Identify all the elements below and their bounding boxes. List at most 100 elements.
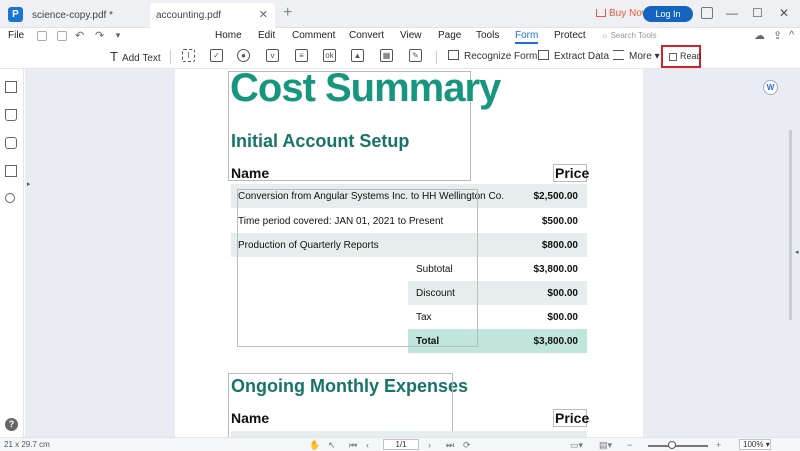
date-field-icon[interactable]: ▦	[380, 49, 393, 62]
menu-bar: File ↶ ↷ ▼ Home Edit Comment Convert Vie…	[0, 28, 800, 45]
close-window-icon[interactable]: ✕	[779, 6, 789, 20]
lightbulb-icon: ☼	[601, 31, 611, 40]
rotate-icon[interactable]: ⟳	[463, 440, 471, 451]
read-label: Read	[680, 51, 702, 61]
row-amount: $800.00	[541, 240, 578, 251]
image-field-icon[interactable]: ▲	[351, 49, 364, 62]
column-header-price: Price	[555, 410, 590, 426]
tab-label: accounting.pdf	[156, 10, 222, 21]
column-header-name: Name	[231, 165, 270, 181]
combo-box-icon[interactable]: v	[266, 49, 279, 62]
read-mode-toggle[interactable]: Read	[661, 45, 702, 68]
radio-button-icon[interactable]: ●	[237, 49, 250, 62]
tab-accounting[interactable]: accounting.pdf ✕	[150, 3, 275, 28]
toolbar-divider	[170, 50, 171, 64]
menu-protect[interactable]: Protect	[554, 30, 586, 41]
tab-bar: P science-copy.pdf * accounting.pdf ✕ + …	[0, 0, 800, 28]
help-icon[interactable]: ?	[5, 418, 18, 431]
share-icon[interactable]: ⇪	[773, 29, 782, 42]
tab-science-copy[interactable]: science-copy.pdf *	[26, 3, 149, 28]
redo-icon[interactable]: ↷	[95, 29, 104, 42]
document-title: Cost Summary	[230, 66, 501, 110]
toolbar-divider	[436, 50, 437, 64]
zoom-out-icon[interactable]: −	[627, 440, 632, 450]
menu-view[interactable]: View	[400, 30, 422, 41]
extract-data-icon	[538, 50, 549, 60]
cart-icon	[596, 9, 606, 17]
zoom-slider-handle[interactable]	[668, 441, 676, 449]
thumbnails-icon[interactable]	[5, 81, 17, 93]
summary-amount: $3,800.00	[533, 336, 579, 347]
search-icon[interactable]	[5, 193, 15, 203]
page-size-label: 21 x 29.7 cm	[4, 440, 50, 449]
page-number-input[interactable]: 1/1	[383, 439, 419, 450]
more-button[interactable]: More ▾	[613, 50, 660, 62]
summary-amount: $00.00	[547, 312, 578, 323]
last-page-icon[interactable]: ⏭	[446, 440, 454, 451]
summary-amount: $3,800.00	[533, 264, 579, 275]
next-page-icon[interactable]: ›	[428, 440, 431, 450]
button-field-icon[interactable]: ok	[323, 49, 336, 62]
minimize-icon[interactable]: —	[726, 6, 738, 20]
menu-convert[interactable]: Convert	[349, 30, 384, 41]
read-checkbox[interactable]	[669, 53, 677, 61]
recognize-form-icon	[448, 50, 459, 60]
convert-to-word-icon[interactable]: W	[763, 80, 778, 95]
login-button[interactable]: Log In	[643, 6, 693, 22]
heading-field-frame	[228, 373, 453, 437]
close-icon[interactable]: ✕	[259, 3, 268, 28]
comments-icon[interactable]	[5, 137, 17, 149]
column-header-name: Name	[231, 410, 270, 426]
app-logo: P	[8, 7, 23, 22]
cloud-icon[interactable]: ☁	[754, 29, 765, 42]
menu-file[interactable]: File	[8, 30, 24, 41]
bookmark-icon[interactable]	[5, 109, 17, 121]
summary-amount: $00.00	[547, 288, 578, 299]
recognize-form-button[interactable]: Recognize Form	[448, 50, 537, 62]
page-layout-icon[interactable]: ▭▾	[570, 440, 583, 451]
zoom-level[interactable]: 100% ▾	[739, 439, 771, 450]
menu-home[interactable]: Home	[215, 30, 242, 41]
vertical-scrollbar[interactable]	[789, 130, 792, 320]
menu-edit[interactable]: Edit	[258, 30, 275, 41]
menu-tools[interactable]: Tools	[476, 30, 499, 41]
buy-now-link[interactable]: Buy Now	[596, 8, 649, 19]
collapse-left-icon[interactable]: ▸	[27, 180, 31, 188]
menu-form[interactable]: Form	[515, 30, 539, 44]
row-amount: $500.00	[541, 216, 578, 227]
customize-dropdown-icon[interactable]: ▼	[114, 31, 122, 40]
extract-data-button[interactable]: Extract Data	[538, 50, 609, 62]
tab-label: science-copy.pdf *	[32, 10, 113, 21]
zoom-in-icon[interactable]: +	[716, 440, 721, 450]
attachments-icon[interactable]	[5, 165, 17, 177]
first-page-icon[interactable]: ⏮	[349, 440, 357, 451]
text-icon: T	[110, 49, 118, 64]
hand-tool-icon[interactable]: ✋	[309, 440, 320, 451]
maximize-icon[interactable]: ☐	[752, 6, 763, 20]
new-tab-button[interactable]: +	[283, 4, 292, 22]
previous-page-icon[interactable]: ‹	[366, 440, 369, 450]
menu-page[interactable]: Page	[438, 30, 461, 41]
collapse-ribbon-icon[interactable]: ^	[789, 29, 794, 41]
add-text-button[interactable]: T Add Text	[110, 49, 161, 64]
collapse-right-icon[interactable]: ◂	[795, 248, 799, 256]
save-icon[interactable]	[37, 31, 47, 41]
list-box-icon[interactable]: ≡	[295, 49, 308, 62]
menu-comment[interactable]: Comment	[292, 30, 335, 41]
menu-icon	[613, 50, 624, 60]
signature-field-icon[interactable]: ✎	[409, 49, 422, 62]
zoom-slider[interactable]	[648, 445, 708, 447]
checkbox-icon[interactable]: ✓	[210, 49, 223, 62]
search-tools[interactable]: ☼ Search Tools	[601, 31, 657, 40]
text-field-icon[interactable]: I	[182, 49, 195, 62]
message-icon[interactable]	[701, 7, 713, 19]
print-icon[interactable]	[57, 31, 67, 41]
undo-icon[interactable]: ↶	[75, 29, 84, 42]
section-heading-initial: Initial Account Setup	[231, 131, 410, 151]
status-bar: 21 x 29.7 cm ✋ ↖ ⏮ ‹ 1/1 › ⏭ ⟳ ▭▾ ▤▾ − +…	[0, 437, 800, 451]
column-header-price: Price	[555, 165, 590, 181]
select-tool-icon[interactable]: ↖	[328, 440, 336, 451]
form-field-frame[interactable]	[237, 189, 478, 347]
right-panel	[643, 69, 800, 437]
fit-width-icon[interactable]: ▤▾	[599, 440, 612, 451]
